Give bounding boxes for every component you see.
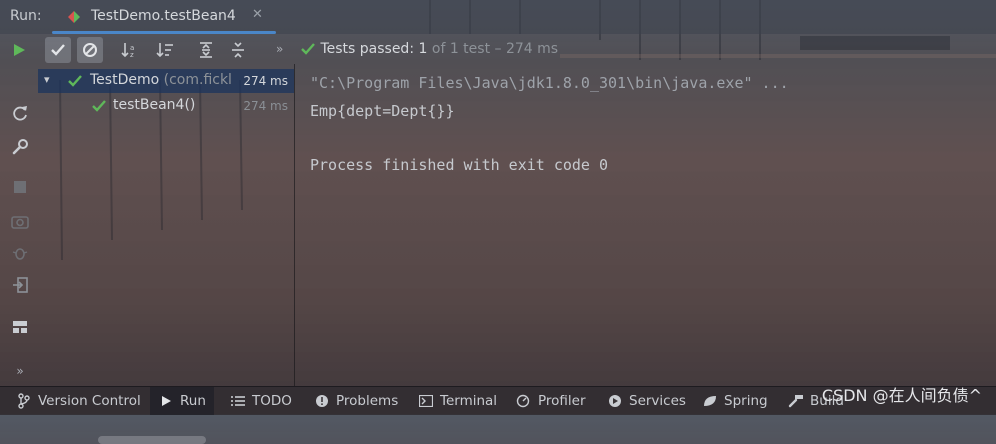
build-icon	[788, 393, 804, 409]
spring-icon	[702, 393, 718, 409]
tab-title: TestDemo.testBean4	[91, 8, 236, 24]
junit-run-icon	[68, 11, 80, 23]
camera-icon	[11, 216, 29, 229]
expand-all-button[interactable]	[193, 37, 219, 63]
wrench-icon	[12, 139, 28, 155]
version-control-icon	[16, 393, 32, 409]
run-titlebar: Run: TestDemo.testBean4 ✕	[0, 0, 996, 34]
debug-bug-button[interactable]	[11, 244, 29, 262]
show-ignored-toggle[interactable]	[77, 37, 103, 63]
services-icon	[607, 393, 623, 409]
settings-button[interactable]	[11, 138, 29, 156]
tree-row-label: TestDemo (com.fickl	[90, 72, 232, 88]
tree-row-testdemo[interactable]: ▾ TestDemo (com.fickl 274 ms	[38, 69, 294, 93]
sort-alphabetically-button[interactable]: az	[117, 37, 143, 63]
layout-icon	[13, 321, 27, 333]
test-status: Tests passed: 1 of 1 test – 274 ms	[300, 41, 558, 57]
checkmark-icon	[51, 44, 65, 56]
todo-icon	[230, 393, 246, 409]
tool-label: Problems	[336, 393, 399, 409]
status-count-current: 1	[418, 41, 428, 57]
sort-alpha-icon: az	[121, 43, 134, 58]
svg-text:z: z	[130, 51, 134, 58]
watermark-text: CSDN @在人间负债^	[821, 386, 982, 405]
dump-threads-button[interactable]	[11, 212, 29, 230]
test-results-tree: ▾ TestDemo (com.fickl 274 ms testBean4()…	[38, 64, 295, 444]
expand-arrow-icon[interactable]: ▾	[44, 73, 50, 86]
stop-icon	[14, 181, 26, 193]
tool-profiler[interactable]: Profiler	[516, 387, 586, 415]
tool-todo[interactable]: TODO	[230, 387, 292, 415]
refresh-icon	[13, 106, 27, 121]
tool-spring[interactable]: Spring	[702, 387, 768, 415]
problems-icon	[314, 393, 330, 409]
tool-version-control[interactable]: Version Control	[16, 387, 141, 415]
tool-label: Profiler	[538, 393, 586, 409]
bug-icon	[12, 248, 28, 260]
stop-button[interactable]	[11, 178, 29, 196]
test-passed-icon	[92, 100, 106, 112]
layout-button[interactable]	[11, 318, 29, 336]
rerun-failed-button[interactable]	[11, 104, 29, 122]
tab-testdemo-testbean4[interactable]: TestDemo.testBean4 ✕	[52, 0, 276, 34]
rerun-button[interactable]	[6, 37, 32, 63]
tool-terminal[interactable]: Terminal	[418, 387, 497, 415]
test-class-package: (com.fickl	[163, 72, 232, 88]
tool-label: Terminal	[440, 393, 498, 409]
tool-label: TODO	[252, 393, 292, 409]
run-icon	[158, 393, 174, 409]
sort-duration-icon	[156, 43, 173, 58]
tree-horizontal-scrollbar[interactable]	[98, 436, 206, 444]
tree-row-testbean4[interactable]: testBean4() 274 ms	[38, 94, 294, 118]
test-class-name: TestDemo	[90, 72, 160, 88]
status-count-rest: of 1 test – 274 ms	[431, 41, 559, 57]
tool-problems[interactable]: Problems	[314, 387, 398, 415]
console-line-command: "C:\Program Files\Java\jdk1.8.0_301\bin\…	[310, 74, 789, 92]
test-passed-icon	[68, 75, 82, 87]
collapse-all-icon	[232, 42, 244, 58]
toolbar-more-chevron-icon[interactable]: »	[276, 42, 283, 56]
tool-label: Services	[629, 393, 686, 409]
test-duration: 274 ms	[243, 74, 288, 88]
sort-by-duration-button[interactable]	[152, 37, 178, 63]
passed-checkmark-icon	[301, 43, 315, 55]
prohibited-icon	[83, 43, 97, 57]
test-toolbar: az	[0, 36, 296, 64]
run-label: Run:	[10, 8, 42, 24]
profiler-icon	[516, 393, 532, 409]
console-line-exit: Process finished with exit code 0	[310, 156, 609, 174]
run-side-gutter: »	[0, 64, 38, 386]
terminal-icon	[418, 393, 434, 409]
console-output[interactable]: "C:\Program Files\Java\jdk1.8.0_301\bin\…	[296, 64, 996, 386]
console-line-output: Emp{dept=Dept{}}	[310, 102, 455, 120]
status-passed-label: Tests passed:	[320, 41, 415, 57]
gutter-more-chevron-icon[interactable]: »	[11, 362, 29, 380]
tool-run[interactable]: Run	[150, 387, 214, 415]
exit-icon	[13, 277, 28, 293]
tab-active-indicator	[52, 31, 276, 34]
tab-close-icon[interactable]: ✕	[252, 7, 263, 22]
test-duration: 274 ms	[243, 99, 288, 113]
show-passed-toggle[interactable]	[45, 37, 71, 63]
tool-label: Run	[180, 393, 206, 409]
tool-services[interactable]: Services	[607, 387, 686, 415]
exit-button[interactable]	[11, 276, 29, 294]
expand-all-icon	[200, 42, 212, 58]
tool-label: Spring	[724, 393, 768, 409]
tool-label: Version Control	[38, 393, 141, 409]
test-method-name: testBean4()	[113, 97, 196, 113]
collapse-all-button[interactable]	[225, 37, 251, 63]
play-icon	[14, 44, 25, 56]
